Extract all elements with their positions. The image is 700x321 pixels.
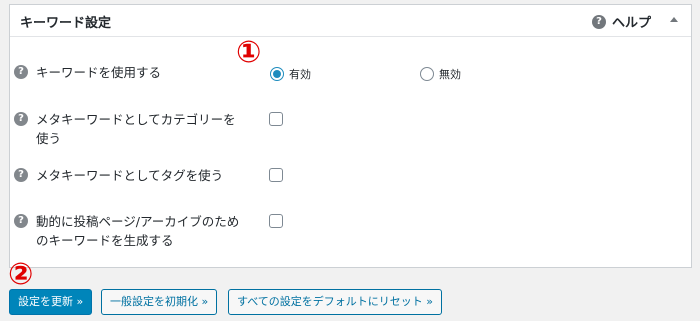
help-icon: ? [592, 14, 606, 29]
tag-keywords-checkbox[interactable] [269, 168, 283, 182]
setting-row-dynamic-keywords: ? 動的に投稿ページ/アーカイブのためのキーワードを生成する [14, 212, 246, 250]
radio-enable[interactable]: 有効 [270, 66, 311, 82]
setting-row-use-keywords: ? キーワードを使用する [14, 63, 246, 82]
question-icon[interactable]: ? [14, 112, 28, 126]
help-label: ヘルプ [612, 16, 652, 31]
setting-label-dynamic-keywords: 動的に投稿ページ/アーカイブのためのキーワードを生成する [36, 214, 240, 248]
annotation-marker-1: ① [236, 35, 262, 70]
panel-title: キーワード設定 [20, 16, 112, 31]
radio-enable-input[interactable] [270, 67, 284, 81]
category-keywords-checkbox[interactable] [269, 112, 283, 126]
reset-general-button[interactable]: 一般設定を初期化 » [101, 289, 218, 315]
setting-label-use-keywords: キーワードを使用する [36, 65, 162, 80]
setting-row-category-keywords: ? メタキーワードとしてカテゴリーを使う [14, 110, 246, 148]
setting-row-tag-keywords: ? メタキーワードとしてタグを使う [14, 166, 246, 185]
reset-all-button[interactable]: すべての設定をデフォルトにリセット » [228, 289, 443, 315]
question-icon[interactable]: ? [14, 214, 28, 228]
setting-label-category-keywords: メタキーワードとしてカテゴリーを使う [36, 112, 236, 146]
radio-disable[interactable]: 無効 [420, 66, 461, 82]
question-icon[interactable]: ? [14, 65, 28, 79]
radio-disable-input[interactable] [420, 67, 434, 81]
panel-header: キーワード設定 ? ヘルプ [10, 5, 691, 37]
radio-disable-label: 無効 [439, 68, 461, 81]
annotation-marker-2: ② [8, 257, 34, 292]
help-link[interactable]: ? ヘルプ [592, 12, 651, 31]
collapse-toggle-icon[interactable] [670, 17, 678, 22]
radio-enable-label: 有効 [289, 68, 311, 81]
setting-label-tag-keywords: メタキーワードとしてタグを使う [36, 168, 224, 183]
update-settings-button[interactable]: 設定を更新 » [9, 289, 93, 315]
question-icon[interactable]: ? [14, 168, 28, 182]
dynamic-keywords-checkbox[interactable] [269, 214, 283, 228]
